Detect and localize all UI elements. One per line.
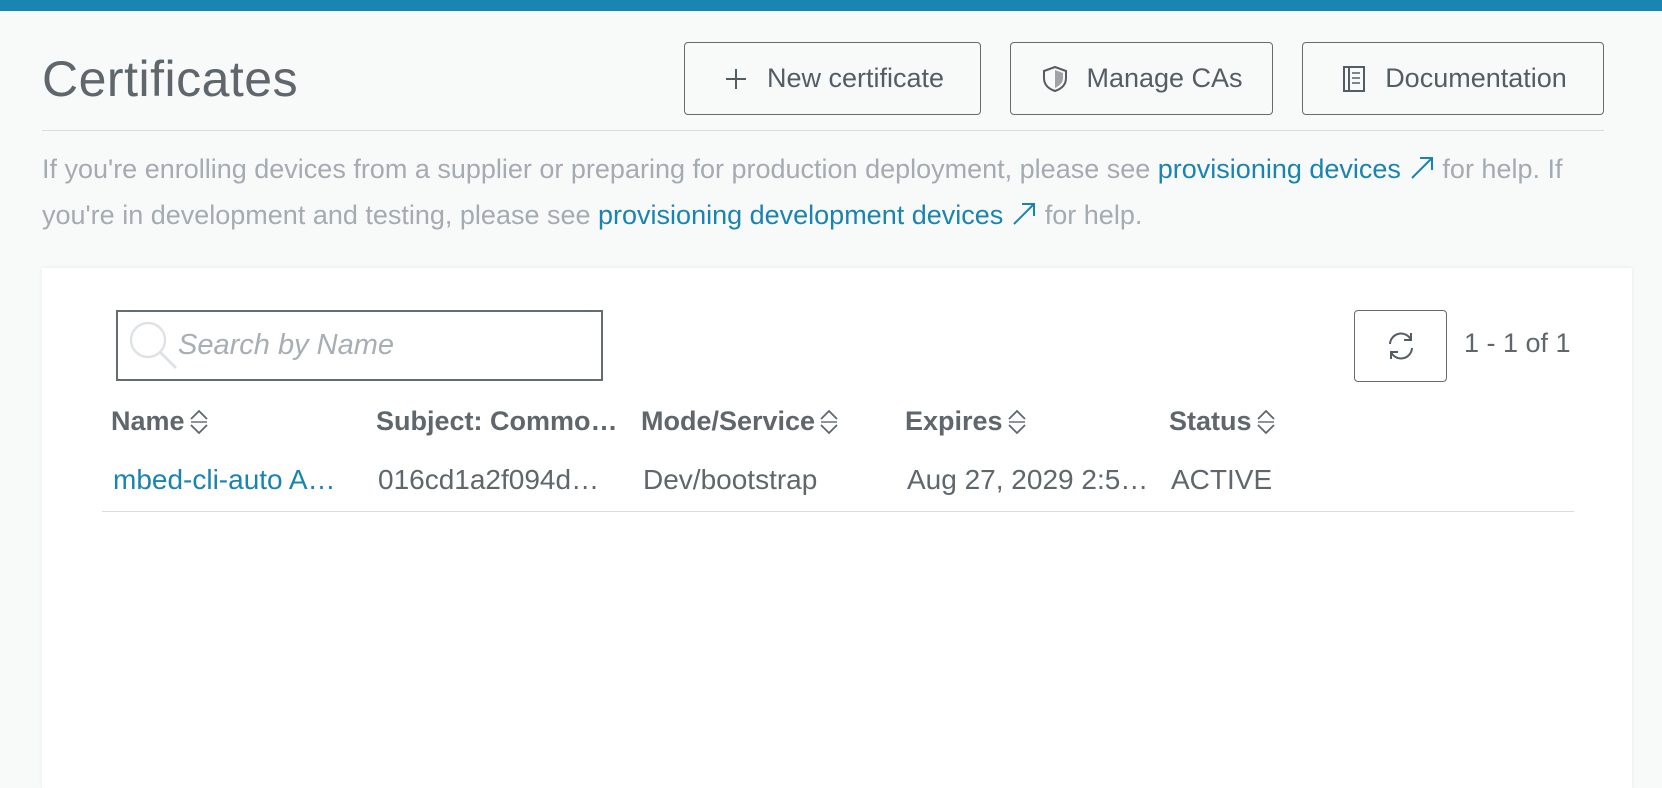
column-header-subject-label: Subject: Commo… xyxy=(376,406,618,436)
documentation-label: Documentation xyxy=(1385,63,1567,93)
provisioning-development-devices-link-label: provisioning development devices xyxy=(598,200,1004,230)
column-header-status[interactable]: Status xyxy=(1169,406,1277,437)
provisioning-devices-link[interactable]: provisioning devices xyxy=(1158,154,1435,184)
row-divider xyxy=(102,511,1574,512)
column-header-expires[interactable]: Expires xyxy=(905,406,1028,437)
sort-icon xyxy=(1007,409,1026,434)
provisioning-devices-link-label: provisioning devices xyxy=(1157,154,1401,184)
sort-icon xyxy=(1256,409,1275,434)
column-header-expires-label: Expires xyxy=(905,406,1003,436)
provisioning-development-devices-link[interactable]: provisioning development devices xyxy=(598,200,1037,230)
cell-status: ACTIVE xyxy=(1171,464,1273,495)
documentation-button[interactable]: Documentation xyxy=(1302,42,1604,115)
external-arrow-icon xyxy=(1411,157,1433,179)
column-header-mode-service-label: Mode/Service xyxy=(641,406,816,436)
certificates-panel: 1 - 1 of 1 Name Subject: Commo… Mode/Ser… xyxy=(42,268,1632,788)
column-header-subject[interactable]: Subject: Commo… xyxy=(376,406,618,437)
sort-icon xyxy=(820,409,838,434)
cell-mode-service: Dev/bootstrap xyxy=(643,464,818,495)
header-divider xyxy=(42,130,1604,131)
new-certificate-button[interactable]: New certificate xyxy=(684,42,981,115)
cell-expires: Aug 27, 2029 2:5… xyxy=(907,464,1149,495)
manage-cas-label: Manage CAs xyxy=(1086,63,1243,93)
external-arrow-icon xyxy=(1013,203,1036,225)
intro-text-part-3: for help. xyxy=(1037,200,1143,230)
search-icon xyxy=(129,321,178,370)
column-header-name[interactable]: Name xyxy=(111,406,210,437)
sort-icon xyxy=(189,409,208,434)
page-title: Certificates xyxy=(42,51,299,107)
column-header-mode-service[interactable]: Mode/Service xyxy=(641,406,840,437)
search-box xyxy=(116,310,603,381)
search-input[interactable] xyxy=(178,312,588,379)
cell-name[interactable]: mbed-cli-auto A… xyxy=(113,464,336,496)
refresh-button[interactable] xyxy=(1354,310,1447,382)
manage-cas-button[interactable]: Manage CAs xyxy=(1010,42,1273,115)
column-header-name-label: Name xyxy=(111,406,185,436)
new-certificate-label: New certificate xyxy=(766,63,945,93)
column-header-status-label: Status xyxy=(1169,406,1252,436)
shield-icon xyxy=(1040,64,1070,94)
refresh-icon xyxy=(1388,332,1413,360)
plus-icon xyxy=(721,64,751,94)
pagination-info: 1 - 1 of 1 xyxy=(1464,328,1571,358)
cell-subject: 016cd1a2f094d… xyxy=(378,464,600,495)
top-accent-bar xyxy=(0,0,1662,11)
intro-text-part-1: If you're enrolling devices from a suppl… xyxy=(42,154,1158,184)
book-icon xyxy=(1339,64,1369,94)
intro-text: If you're enrolling devices from a suppl… xyxy=(42,146,1612,238)
